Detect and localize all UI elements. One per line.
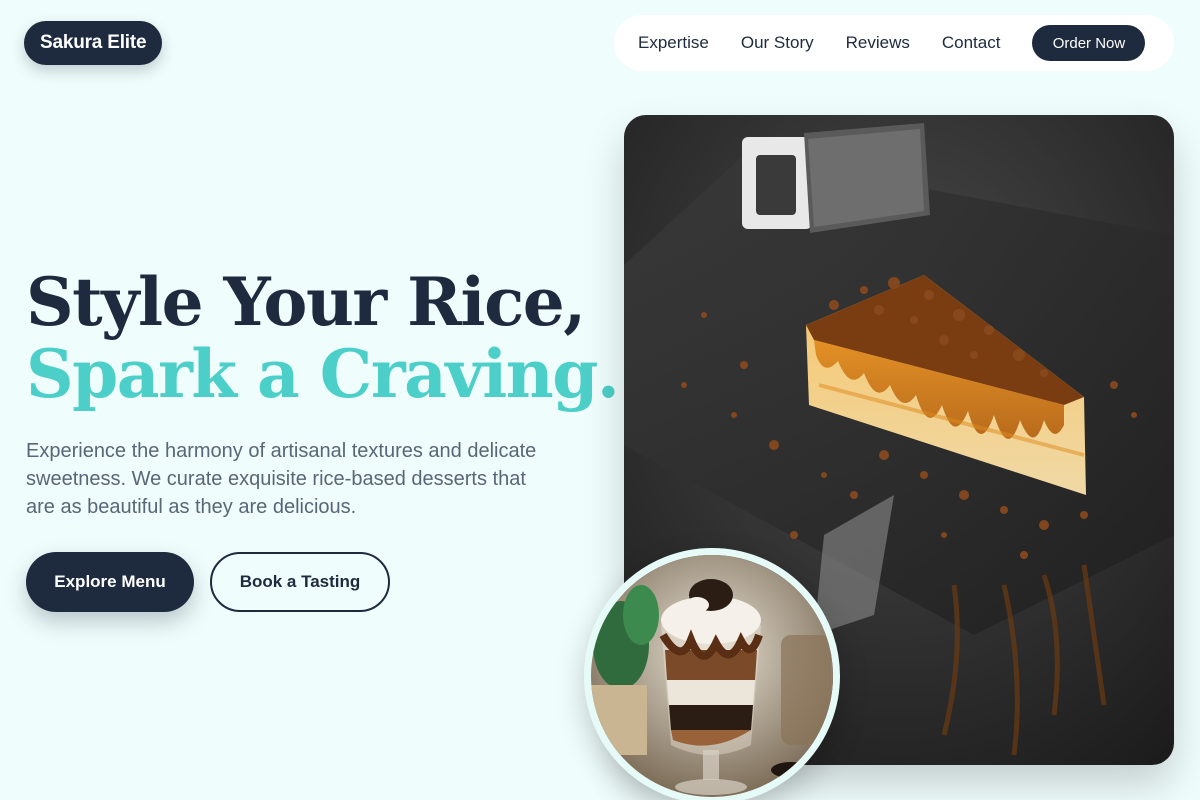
hero-description: Experience the harmony of artisanal text… <box>26 440 537 518</box>
nav-link-expertise[interactable]: Expertise <box>638 33 709 53</box>
explore-menu-button[interactable]: Explore Menu <box>26 552 194 612</box>
headline-line-2: Spark a Craving. <box>26 335 620 413</box>
top-navigation: Expertise Our Story Reviews Contact Orde… <box>614 15 1174 71</box>
headline-line-1: Style Your Rice, <box>26 263 586 341</box>
brand-logo[interactable]: Sakura Elite <box>24 21 163 65</box>
hero-headline: Style Your Rice, Spark a Craving. <box>26 263 620 413</box>
nav-link-our-story[interactable]: Our Story <box>741 33 814 53</box>
book-tasting-button[interactable]: Book a Tasting <box>210 552 390 612</box>
grater-shape <box>742 123 930 233</box>
parfait-photo <box>584 548 840 800</box>
nav-link-reviews[interactable]: Reviews <box>846 33 910 53</box>
order-now-button[interactable]: Order Now <box>1032 25 1146 61</box>
nav-link-contact[interactable]: Contact <box>942 33 1001 53</box>
parfait-illustration <box>591 555 833 797</box>
